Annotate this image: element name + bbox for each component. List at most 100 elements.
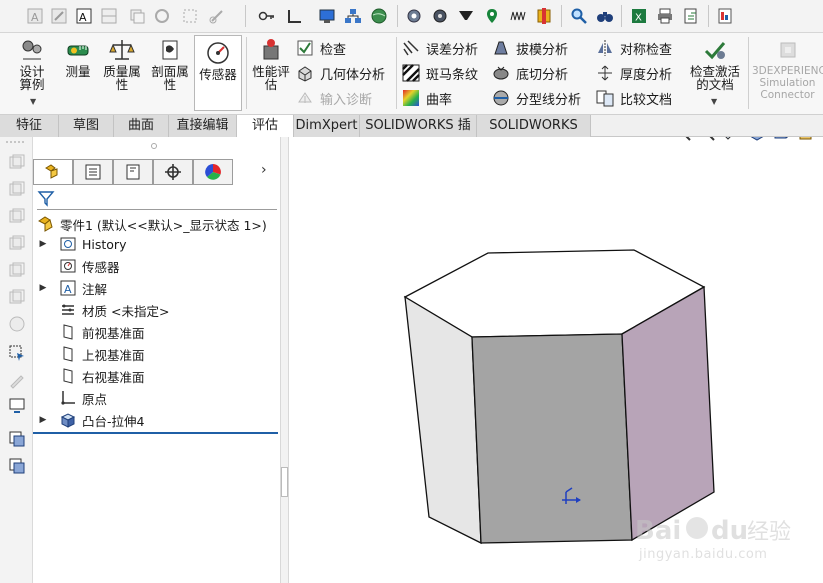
symmetry-check-button[interactable]: 对称检查 xyxy=(596,37,672,59)
design-study-button[interactable]: 设计算例 xyxy=(6,37,58,91)
funnel-icon[interactable] xyxy=(457,7,475,25)
tab-feature-tree[interactable] xyxy=(33,159,73,185)
zigzag-icon[interactable] xyxy=(509,7,527,25)
simulation-connector-button[interactable]: 3DEXPERIENCE Simulation Connector xyxy=(752,37,823,101)
section-properties-button[interactable]: 剖面属性 xyxy=(148,37,192,91)
copy-view-icon[interactable] xyxy=(8,430,26,448)
tree-item-annotations[interactable]: ▶ A 注解 xyxy=(37,277,107,299)
performance-eval-button[interactable]: 性能评估 xyxy=(250,37,292,91)
tree-item-right-plane[interactable]: 右视基准面 xyxy=(37,365,145,387)
tree-item-origin[interactable]: 原点 xyxy=(37,387,107,409)
check-active-dropdown-icon[interactable]: ▼ xyxy=(711,97,717,106)
tab-dimxpert[interactable]: DimXpert xyxy=(294,115,360,137)
zoom-area-icon[interactable] xyxy=(696,137,716,142)
view-right-icon[interactable] xyxy=(8,234,26,252)
link-icon[interactable] xyxy=(208,7,226,25)
check-button[interactable]: 检查 xyxy=(296,37,346,59)
hierarchy-icon[interactable] xyxy=(344,7,362,25)
tree-item-label: 传感器 xyxy=(82,259,120,275)
splitter-grip[interactable] xyxy=(281,467,288,497)
copy-icon[interactable] xyxy=(128,7,146,25)
tree-item-history[interactable]: ▶ History xyxy=(37,233,127,255)
rotate-icon[interactable] xyxy=(153,7,171,25)
plugin-icon[interactable] xyxy=(535,7,553,25)
tree-item-boss-extrude[interactable]: ▶ 凸台-拉伸4 xyxy=(37,409,144,431)
deviation-analysis-button[interactable]: 误差分析 xyxy=(402,37,478,59)
edit-text-icon[interactable] xyxy=(50,7,68,25)
tree-item-top-plane[interactable]: 上视基准面 xyxy=(37,343,145,365)
tab-direct-editing[interactable]: 直接编辑 xyxy=(169,115,237,137)
binoculars-icon[interactable] xyxy=(596,7,614,25)
design-study-dropdown-icon[interactable]: ▼ xyxy=(30,97,36,106)
previous-view-icon[interactable] xyxy=(721,137,741,142)
tab-configuration-manager[interactable] xyxy=(113,159,153,185)
sphere-icon[interactable] xyxy=(8,315,26,333)
tab-dimxpert-manager[interactable] xyxy=(153,159,193,185)
filter-icon[interactable] xyxy=(37,189,55,207)
search-icon[interactable] xyxy=(570,7,588,25)
tree-item-front-plane[interactable]: 前视基准面 xyxy=(37,321,145,343)
expand-arrow-icon[interactable]: ▶ xyxy=(37,283,49,293)
tree-item-sensors[interactable]: 传感器 xyxy=(37,255,120,277)
tab-display-manager[interactable] xyxy=(193,159,233,185)
zoom-to-fit-icon[interactable] xyxy=(672,137,692,142)
curvature-button[interactable]: 曲率 xyxy=(402,87,452,109)
corner-icon[interactable] xyxy=(285,7,303,25)
view-dimetric-icon[interactable] xyxy=(8,288,26,306)
export-doc-icon[interactable] xyxy=(682,7,700,25)
compare-documents-button[interactable]: 比较文档 xyxy=(596,87,672,109)
sensor-button[interactable]: 传感器 xyxy=(194,35,242,111)
prism-front-face[interactable] xyxy=(471,333,633,544)
draft-analysis-button[interactable]: 拔模分析 xyxy=(492,37,568,59)
text-icon[interactable]: A xyxy=(26,7,44,25)
monitor-icon[interactable] xyxy=(318,7,336,25)
tab-features[interactable]: 特征 xyxy=(0,115,59,137)
geometry-analysis-button[interactable]: 几何体分析 xyxy=(296,62,385,84)
globe-icon[interactable] xyxy=(370,7,388,25)
tab-sketch[interactable]: 草图 xyxy=(59,115,114,137)
screen-capture-icon[interactable] xyxy=(8,397,26,415)
report-icon[interactable] xyxy=(716,7,734,25)
view-iso-icon[interactable] xyxy=(8,261,26,279)
view-orientation-icon[interactable] xyxy=(772,137,792,142)
paste-view-icon[interactable] xyxy=(8,457,26,475)
panel-splitter[interactable] xyxy=(280,137,289,583)
measure-button[interactable]: 测量 xyxy=(60,37,96,78)
rollback-bar[interactable] xyxy=(33,432,278,434)
tab-evaluate[interactable]: 评估 xyxy=(237,115,294,137)
print-icon[interactable] xyxy=(656,7,674,25)
undercut-analysis-button[interactable]: 底切分析 xyxy=(492,62,568,84)
section-view-icon[interactable] xyxy=(747,137,767,142)
tree-item-material[interactable]: 材质 <未指定> xyxy=(37,299,169,321)
tab-solidworks-mbd[interactable]: SOLIDWORKS MBD xyxy=(477,115,591,154)
key-icon[interactable] xyxy=(258,7,276,25)
tab-surfaces[interactable]: 曲面 xyxy=(114,115,169,137)
mass-properties-button[interactable]: 质量属性 xyxy=(100,37,144,91)
expand-arrow-icon[interactable]: ▶ xyxy=(37,239,49,249)
select-icon[interactable] xyxy=(8,344,26,362)
tab-solidworks-addins[interactable]: SOLIDWORKS 插件 xyxy=(360,115,477,154)
panel-more-icon[interactable]: › xyxy=(261,162,267,178)
view-front-icon[interactable] xyxy=(8,180,26,198)
pattern-icon[interactable] xyxy=(181,7,199,25)
gear-icon[interactable] xyxy=(405,7,423,25)
view-top-icon[interactable] xyxy=(8,207,26,225)
import-diagnostics-button[interactable]: 输入诊断 xyxy=(296,87,372,109)
scale-text-icon[interactable]: A xyxy=(75,7,93,25)
expand-arrow-icon[interactable]: ▶ xyxy=(37,415,49,425)
location-pin-icon[interactable] xyxy=(483,7,501,25)
tree-root-part[interactable]: 零件1 (默认<<默认>_显示状态 1>) xyxy=(37,213,267,235)
tab-property-manager[interactable] xyxy=(73,159,113,185)
view-box-icon[interactable] xyxy=(8,153,26,171)
parting-line-analysis-button[interactable]: 分型线分析 xyxy=(492,87,581,109)
split-line-icon[interactable] xyxy=(100,7,118,25)
panel-handle[interactable] xyxy=(151,143,157,149)
zebra-stripes-button[interactable]: 斑马条纹 xyxy=(402,62,478,84)
gear-dark-icon[interactable] xyxy=(431,7,449,25)
check-active-doc-button[interactable]: 检查激活的文档 xyxy=(686,37,744,91)
graphics-area[interactable]: Bai du 经验 jingyan.baidu.com xyxy=(289,137,823,583)
edit-icon[interactable] xyxy=(8,371,26,389)
edit-appearance-icon[interactable] xyxy=(797,137,817,142)
excel-icon[interactable]: X xyxy=(630,7,648,25)
thickness-analysis-button[interactable]: 厚度分析 xyxy=(596,62,672,84)
